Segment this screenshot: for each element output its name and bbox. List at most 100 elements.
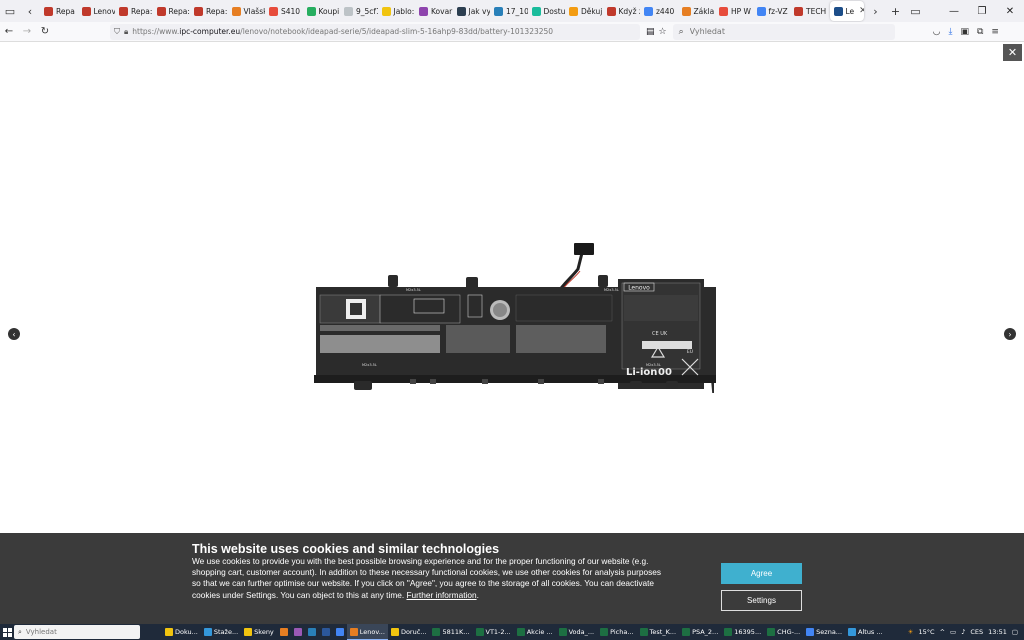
taskbar-item[interactable]: Picha...: [597, 624, 636, 640]
tab-list-icon[interactable]: ▭: [906, 0, 926, 22]
tab-favicon-icon: [306, 6, 316, 16]
svg-text:M2x3.5L: M2x3.5L: [362, 363, 377, 367]
browser-tab[interactable]: Repa:: [115, 1, 153, 21]
browser-tab[interactable]: Děkuj: [565, 1, 603, 21]
taskbar-item[interactable]: Altus ...: [845, 624, 886, 640]
taskbar-item[interactable]: Akcie ...: [514, 624, 556, 640]
taskbar-item[interactable]: [305, 624, 319, 640]
further-information-link[interactable]: Further information: [406, 590, 476, 600]
tab-scroll-left-icon[interactable]: ‹: [20, 0, 40, 22]
reload-icon[interactable]: ↻: [36, 22, 54, 42]
taskbar-search[interactable]: ⌕: [14, 625, 140, 639]
close-window-icon[interactable]: ✕: [996, 0, 1024, 22]
windows-start-icon[interactable]: [0, 624, 14, 640]
tray-arrow-icon[interactable]: ^: [940, 628, 945, 636]
taskbar-item[interactable]: VT1-2...: [473, 624, 514, 640]
browser-tab[interactable]: Repa:: [190, 1, 228, 21]
taskbar-item-label: Test_K...: [649, 628, 677, 636]
browser-tab[interactable]: Le ✕: [829, 1, 864, 21]
browser-tab[interactable]: Dostu: [528, 1, 565, 21]
browser-tab[interactable]: 9_5cf1: [340, 1, 378, 21]
weather-icon[interactable]: ☀: [908, 628, 914, 636]
browser-tab[interactable]: Kovar: [415, 1, 453, 21]
downloads-icon[interactable]: ⤓: [948, 27, 952, 37]
url-bar[interactable]: ⛉ 🔒︎ https://www.ipc-computer.eu/lenovo/…: [110, 23, 640, 40]
previous-image-icon[interactable]: ‹: [8, 328, 20, 340]
taskbar-item[interactable]: Test_K...: [637, 624, 680, 640]
puzzle-icon[interactable]: ⧉: [977, 27, 983, 37]
taskbar-item[interactable]: Voda_...: [556, 624, 597, 640]
tab-label: Koupi: [318, 6, 340, 16]
taskbar-item[interactable]: [333, 624, 347, 640]
new-tab-icon[interactable]: +: [886, 0, 906, 22]
reader-view-icon[interactable]: ▤: [646, 27, 655, 37]
search-input[interactable]: [689, 27, 870, 36]
taskbar-app-icon: [767, 628, 776, 636]
settings-button[interactable]: Settings: [721, 590, 802, 611]
close-lightbox-icon[interactable]: ✕: [1003, 44, 1022, 61]
taskbar-item-label: 5811K...: [442, 628, 470, 636]
taskbar-item[interactable]: PSA_2...: [679, 624, 721, 640]
browser-tab[interactable]: Jak vy: [453, 1, 490, 21]
bookmark-star-icon[interactable]: ☆: [659, 27, 667, 37]
lock-icon[interactable]: 🔒︎: [124, 27, 128, 37]
taskbar-item[interactable]: [277, 624, 291, 640]
pocket-icon[interactable]: ◡: [933, 27, 941, 37]
notification-icon[interactable]: ▢: [1012, 628, 1018, 636]
taskbar-apps: Doku... Staže... Skeny Lenov... Doruč... 5811…: [162, 624, 886, 640]
browser-tab[interactable]: Lenov: [78, 1, 115, 21]
browser-tab[interactable]: Když z: [603, 1, 640, 21]
close-tab-icon[interactable]: ✕: [859, 6, 863, 16]
taskbar-item[interactable]: Sezna...: [803, 624, 845, 640]
browser-tab[interactable]: Zákla: [678, 1, 716, 21]
search-bar[interactable]: ⌕: [672, 23, 895, 40]
taskbar-item[interactable]: Doruč...: [388, 624, 430, 640]
browser-tab[interactable]: Koupi: [303, 1, 341, 21]
forward-icon[interactable]: →: [18, 22, 36, 42]
cookie-title: This website uses cookies and similar te…: [192, 542, 500, 556]
browser-tab[interactable]: Repa:: [153, 1, 191, 21]
taskbar-item[interactable]: Lenov...: [346, 624, 388, 640]
taskbar-app-icon: [279, 628, 288, 636]
language-indicator[interactable]: CES: [970, 628, 983, 636]
network-icon[interactable]: ▭: [950, 628, 956, 636]
clock[interactable]: 13:51: [988, 628, 1007, 636]
taskbar-item[interactable]: [319, 624, 333, 640]
next-image-icon[interactable]: ›: [1004, 328, 1016, 340]
browser-tab[interactable]: z440: [640, 1, 678, 21]
browser-tab[interactable]: Jablo:: [378, 1, 416, 21]
extension-icon[interactable]: ▣: [960, 27, 969, 37]
url-text[interactable]: https://www.ipc-computer.eu/lenovo/noteb…: [132, 27, 553, 36]
taskbar: ⌕ Doku... Staže... Skeny Lenov... Doruč... 58…: [0, 624, 1024, 640]
browser-tab[interactable]: S410 (: [265, 1, 303, 21]
taskbar-item[interactable]: Doku...: [162, 624, 201, 640]
tab-favicon-icon: [494, 6, 503, 16]
taskbar-item[interactable]: [291, 624, 305, 640]
taskbar-item[interactable]: Staže...: [201, 624, 241, 640]
volume-icon[interactable]: ♪: [961, 628, 965, 636]
taskbar-search-input[interactable]: [25, 628, 116, 636]
shield-icon[interactable]: ⛉: [114, 27, 120, 37]
browser-tab[interactable]: Vlašsk: [228, 1, 265, 21]
minimize-icon[interactable]: —: [940, 0, 968, 22]
tab-label: Zákla: [693, 6, 715, 16]
browser-tab[interactable]: fz-VZ: [753, 1, 791, 21]
taskbar-item[interactable]: CHG-...: [764, 624, 803, 640]
menu-icon[interactable]: ≡: [991, 27, 999, 37]
tab-favicon-icon: [456, 6, 466, 16]
restore-icon[interactable]: ❐: [968, 0, 996, 22]
back-icon[interactable]: ←: [0, 22, 18, 42]
tab-favicon-icon: [681, 6, 691, 16]
browser-tab[interactable]: HP W: [715, 1, 753, 21]
taskbar-item[interactable]: 16395...: [721, 624, 764, 640]
tab-favicon-icon: [81, 6, 91, 16]
agree-button[interactable]: Agree: [721, 563, 802, 584]
browser-tab[interactable]: 17_10: [490, 1, 528, 21]
taskbar-item[interactable]: Skeny: [241, 624, 277, 640]
taskbar-item[interactable]: 5811K...: [429, 624, 472, 640]
browser-tab[interactable]: TECH: [790, 1, 828, 21]
browser-tab[interactable]: Repa: [40, 1, 78, 21]
tab-overview-icon[interactable]: ▭: [0, 0, 20, 22]
tab-scroll-right-icon[interactable]: ›: [866, 0, 886, 22]
temperature-text[interactable]: 15°C: [919, 628, 935, 636]
